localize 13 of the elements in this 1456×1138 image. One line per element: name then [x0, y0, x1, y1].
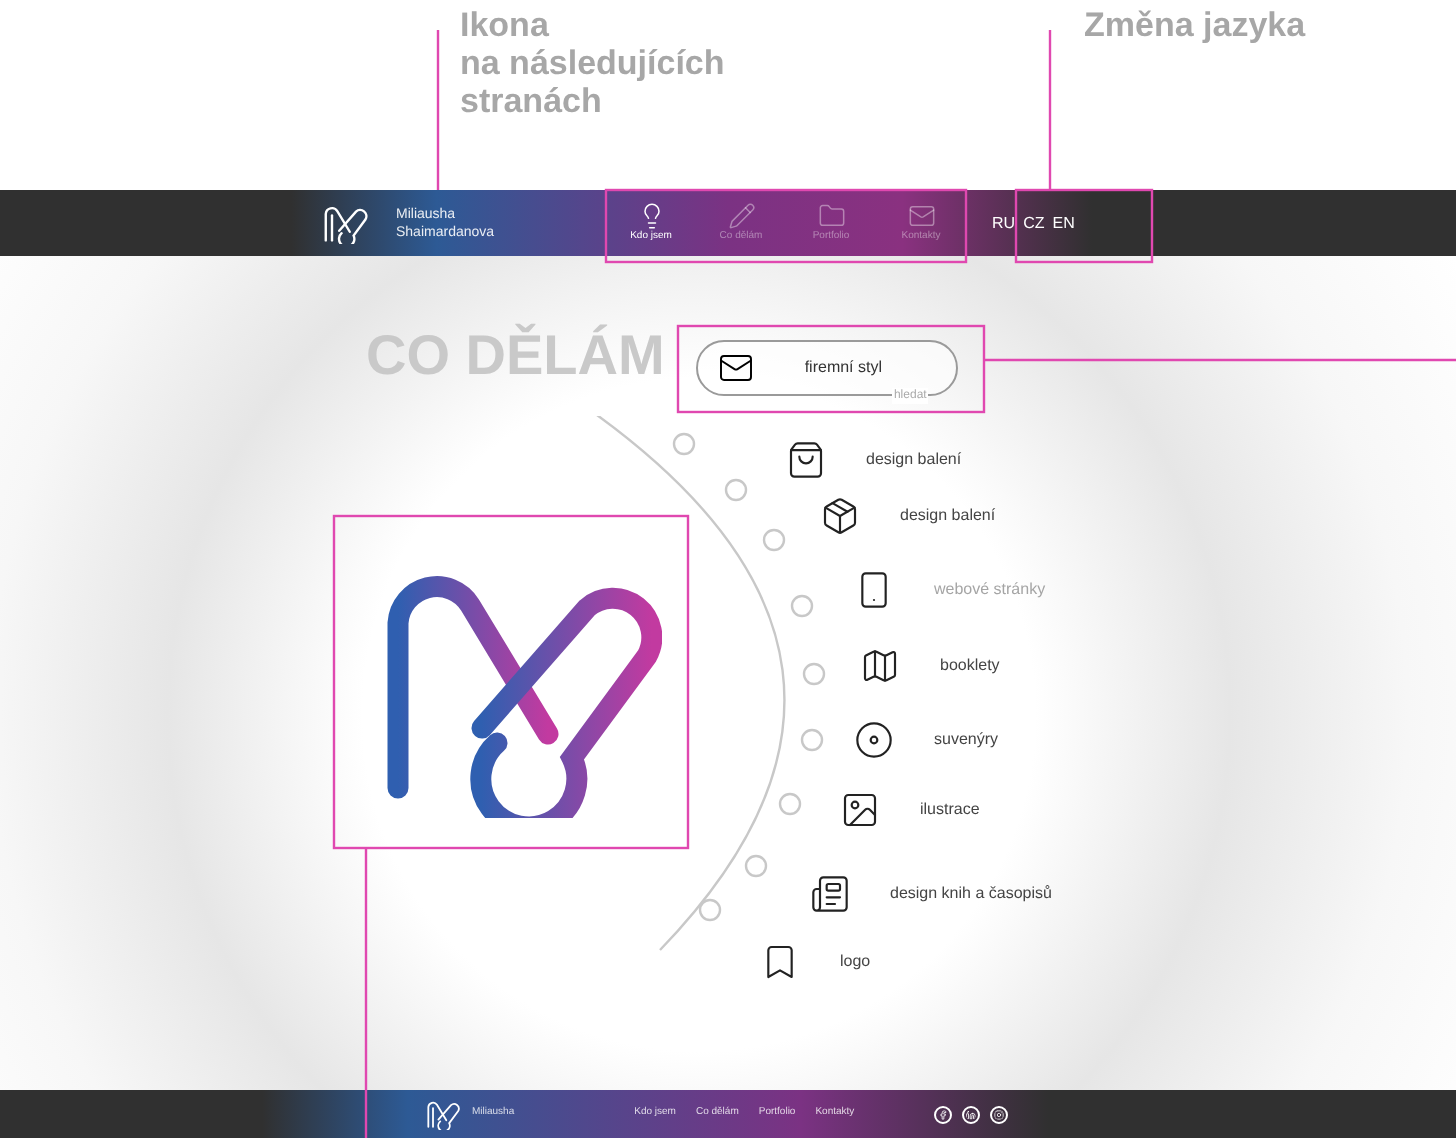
annotation-text: Změna jazyka — [1084, 6, 1306, 44]
service-label[interactable]: design balení — [900, 504, 996, 528]
service-label[interactable]: ilustrace — [920, 798, 980, 822]
service-label[interactable]: logo — [840, 950, 871, 974]
language-link[interactable]: CZ — [1023, 211, 1045, 235]
service-label[interactable]: suvenýry — [934, 728, 999, 752]
service-label[interactable]: design balení — [866, 448, 962, 472]
service-label[interactable]: design knih a časopisů — [890, 882, 1052, 906]
language-link[interactable]: EN — [1052, 211, 1075, 235]
language-link[interactable]: RU — [992, 211, 1016, 235]
search-value: firemní styl — [804, 356, 882, 380]
service-label[interactable]: booklety — [940, 654, 1000, 678]
annotation-text: Ikona na následujících stranách — [460, 6, 725, 120]
